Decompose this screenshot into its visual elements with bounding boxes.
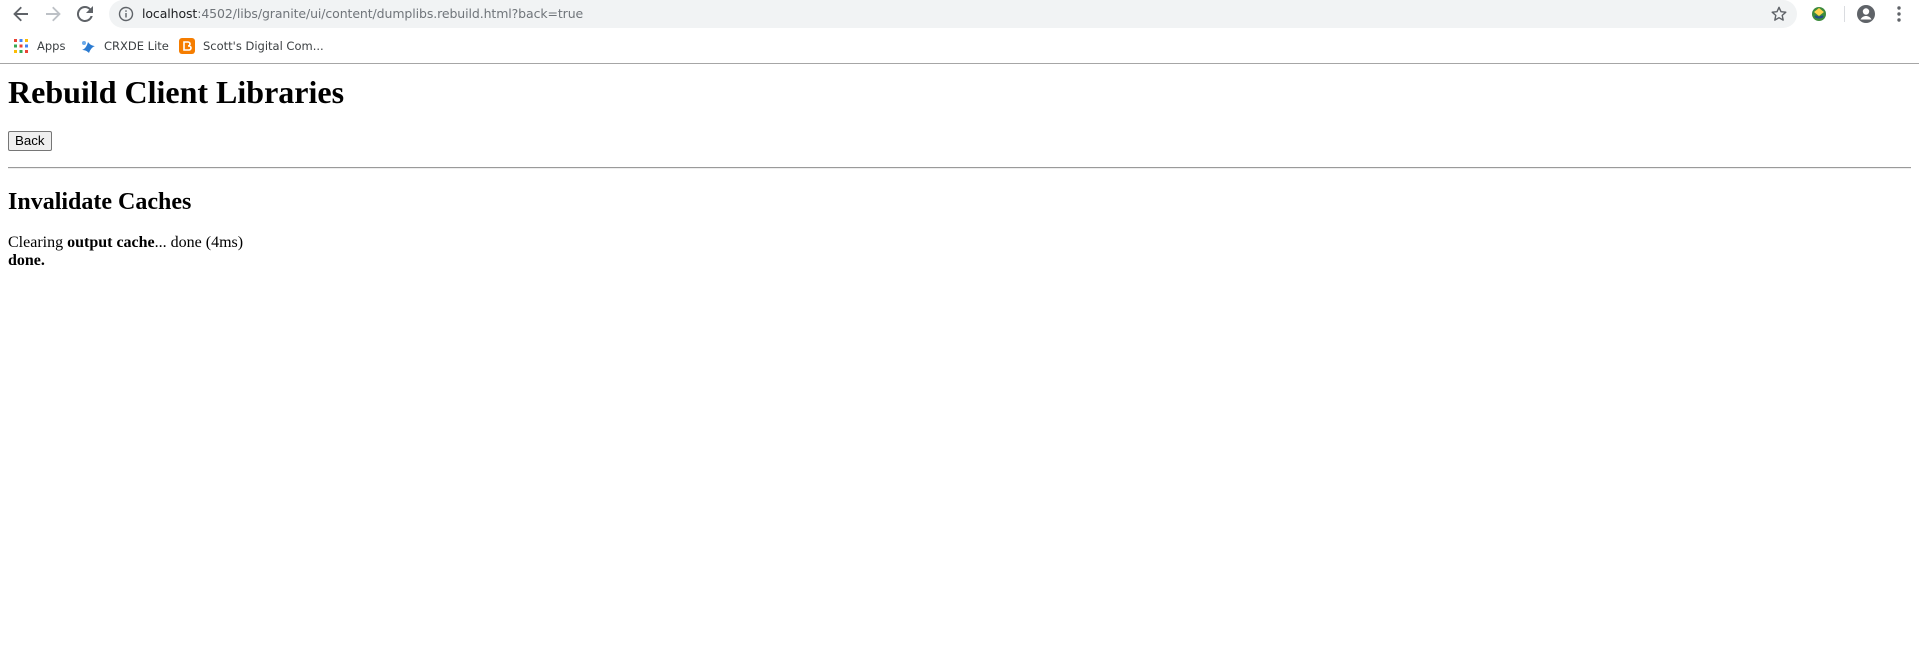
bookmarks-bar: Apps CRXDE Lite Scott's Digital Com... [0,32,1919,60]
log-bold-term: output cache [67,234,155,251]
bookmark-apps[interactable]: Apps [13,36,65,56]
bookmark-label: CRXDE Lite [104,39,169,53]
address-bar[interactable]: localhost:4502/libs/granite/ui/content/d… [109,0,1797,28]
toolbar-divider [1844,6,1845,22]
bookmark-star-icon[interactable] [1769,4,1789,24]
profile-avatar-icon[interactable] [1855,3,1877,25]
forward-arrow-icon[interactable] [42,3,64,25]
extension-icon[interactable] [1809,4,1829,24]
log-final-line: done. [8,252,243,270]
page-content: Rebuild Client Libraries Back Invalidate… [0,64,1919,660]
browser-toolbar: localhost:4502/libs/granite/ui/content/d… [0,0,1919,28]
reload-icon[interactable] [74,3,96,25]
horizontal-rule [8,167,1911,169]
bookmark-label: Scott's Digital Com... [203,39,324,53]
bookmark-label: Apps [37,39,66,53]
log-suffix: ... done (4ms) [154,234,244,251]
crxde-icon [80,38,96,54]
log-prefix: Clearing [8,234,68,251]
bookmark-crxde-lite[interactable]: CRXDE Lite [80,36,169,56]
bookmark-scotts-digital[interactable]: Scott's Digital Com... [179,36,324,56]
log-line: Clearing output cache... done (4ms) [8,234,243,252]
url-text[interactable]: localhost:4502/libs/granite/ui/content/d… [142,6,583,21]
url-host: localhost [142,6,198,21]
kebab-menu-icon[interactable] [1888,3,1910,25]
url-path: :4502/libs/granite/ui/content/dumplibs.r… [197,6,584,21]
log-final: done. [8,252,45,269]
back-button[interactable]: Back [8,131,52,151]
apps-grid-icon [13,38,29,54]
blogger-icon [179,38,195,54]
cache-log: Clearing output cache... done (4ms) done… [8,234,243,270]
page-title: Rebuild Client Libraries [8,74,345,110]
back-arrow-icon[interactable] [10,3,32,25]
site-info-icon[interactable] [118,6,134,22]
section-title: Invalidate Caches [8,189,192,215]
